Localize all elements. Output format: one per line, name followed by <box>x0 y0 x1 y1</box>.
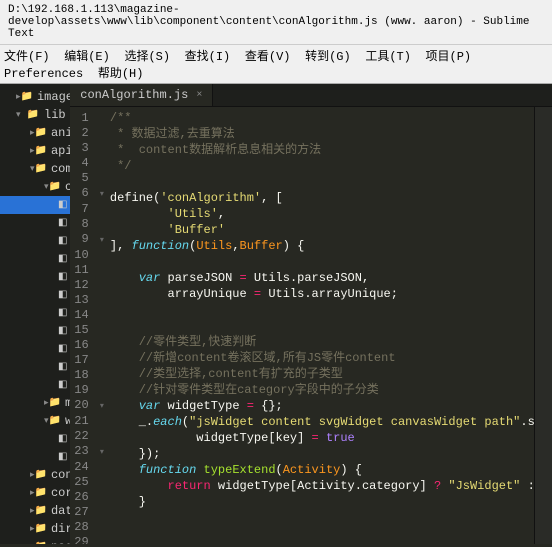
folder-lib[interactable]: ▾📁lib <box>0 106 70 124</box>
folder-data[interactable]: ▸📁data <box>0 502 70 520</box>
file-conFilter[interactable]: ◧conFilter.js <box>0 268 70 286</box>
folder-animate[interactable]: ▸📁animate <box>0 124 70 142</box>
menu-find[interactable]: 查找(I) <box>185 50 231 64</box>
menu-goto[interactable]: 转到(G) <box>305 50 351 64</box>
file-conAlgorithm[interactable]: ◧conAlgorithm.js <box>0 196 70 214</box>
line-gutter: 1 2 3 4 5 6 ▾7 8 9 ▾10 11 12 13 14 15 16… <box>70 107 110 544</box>
folder-label: directives <box>51 522 70 536</box>
minimap[interactable] <box>534 107 552 544</box>
menu-preferences[interactable]: Preferences <box>4 67 83 81</box>
folder-label: controller <box>51 468 70 482</box>
folder-widget[interactable]: ▾📁widget <box>0 412 70 430</box>
code-area[interactable]: 1 2 3 4 5 6 ▾7 8 9 ▾10 11 12 13 14 15 16… <box>70 107 552 544</box>
folder-core[interactable]: ▸📁core <box>0 484 70 502</box>
sidebar[interactable]: ▸📁images ▾📁lib ▸📁animate ▸📁api ▾📁compone… <box>0 84 70 544</box>
menu-project[interactable]: 项目(P) <box>426 50 472 64</box>
file-conMix[interactable]: ◧conMix.js <box>0 304 70 322</box>
file-conParallax[interactable]: ◧conParallax.js <box>0 322 70 340</box>
menu-select[interactable]: 选择(S) <box>124 50 170 64</box>
file-conScope[interactable]: ◧conScope.js <box>0 340 70 358</box>
file-conStructure[interactable]: ◧conStructure.js <box>0 358 70 376</box>
file-ShowNote[interactable]: ◧ShowNote.js <box>0 448 70 466</box>
folder-label: lib <box>44 108 66 122</box>
tab-bar: conAlgorithm.js × <box>70 84 552 107</box>
tab-label: conAlgorithm.js <box>80 88 188 102</box>
menu-view[interactable]: 查看(V) <box>245 50 291 64</box>
file-conEvent[interactable]: ◧conEvent.js <box>0 250 70 268</box>
folder-directives[interactable]: ▸📁directives <box>0 520 70 538</box>
folder-label: component <box>51 162 70 176</box>
folder-pageBase[interactable]: ▸📁pageBase <box>0 538 70 544</box>
menu-edit[interactable]: 编辑(E) <box>64 50 110 64</box>
menu-tools[interactable]: 工具(T) <box>365 50 411 64</box>
folder-content[interactable]: ▾📁content <box>0 178 70 196</box>
main-layout: ▸📁images ▾📁lib ▸📁animate ▸📁api ▾📁compone… <box>0 84 552 544</box>
folder-label: api <box>51 144 70 158</box>
folder-label: images <box>37 90 70 104</box>
folder-controller[interactable]: ▸📁controller <box>0 466 70 484</box>
tab-conAlgorithm[interactable]: conAlgorithm.js × <box>70 84 213 106</box>
menubar: 文件(F) 编辑(E) 选择(S) 查找(I) 查看(V) 转到(G) 工具(T… <box>0 45 552 84</box>
folder-images[interactable]: ▸📁images <box>0 88 70 106</box>
editor-pane: conAlgorithm.js × 1 2 3 4 5 6 ▾7 8 9 ▾10… <box>70 84 552 544</box>
folder-label: core <box>51 486 70 500</box>
menu-file[interactable]: 文件(F) <box>4 50 50 64</box>
menu-help[interactable]: 帮助(H) <box>98 67 144 81</box>
folder-label: data <box>51 504 70 518</box>
code-content[interactable]: /** * 数据过滤,去重算法 * content数据解析息息相关的方法 */ … <box>110 107 534 544</box>
file-Content[interactable]: ◧Content.js <box>0 376 70 394</box>
folder-label: pageBase <box>51 540 70 544</box>
file-Action[interactable]: ◧Action.js <box>0 430 70 448</box>
folder-api[interactable]: ▸📁api <box>0 142 70 160</box>
folder-component[interactable]: ▾📁component <box>0 160 70 178</box>
folder-label: animate <box>51 126 70 140</box>
folder-media[interactable]: ▸📁media <box>0 394 70 412</box>
file-conIScroll[interactable]: ◧conIScroll.js <box>0 286 70 304</box>
file-conAnimation[interactable]: ◧conAnimation.js <box>0 214 70 232</box>
close-icon[interactable]: × <box>196 90 202 101</box>
file-conCanvas[interactable]: ◧conCanvas.js <box>0 232 70 250</box>
window-titlebar: D:\192.168.1.113\magazine-develop\assets… <box>0 0 552 45</box>
